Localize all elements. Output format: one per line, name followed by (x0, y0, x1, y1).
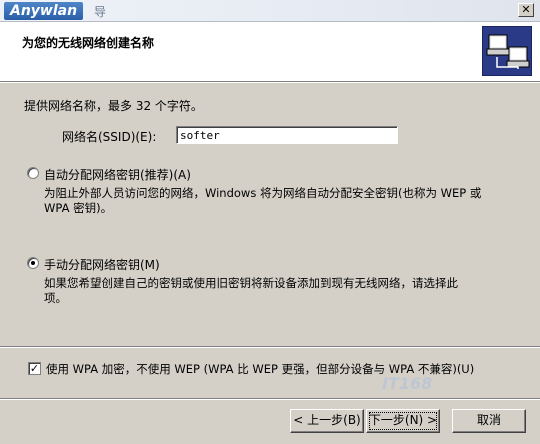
wpa-checkbox[interactable]: ✓ (28, 362, 41, 375)
auto-key-radio[interactable] (27, 167, 39, 179)
check-icon: ✓ (29, 362, 40, 375)
watermark: IT168 (382, 374, 433, 393)
manual-key-description-2: 项。 (44, 291, 67, 305)
ssid-label: 网络名(SSID)(E): (62, 130, 157, 144)
header-divider (0, 82, 540, 83)
ssid-input[interactable] (176, 126, 398, 144)
close-icon: ✕ (521, 3, 531, 16)
back-button[interactable]: < 上一步(B) (290, 409, 364, 433)
intro-text: 提供网络名称，最多 32 个字符。 (24, 99, 203, 113)
auto-key-description-2: WPA 密钥)。 (44, 201, 113, 215)
divider (0, 347, 540, 348)
title-bar: Anywlan 导 ✕ (0, 0, 540, 22)
wizard-header: 为您的无线网络创建名称 (0, 22, 540, 82)
window-title: 导 (94, 5, 107, 19)
network-computers-icon (482, 26, 532, 76)
close-button[interactable]: ✕ (518, 3, 534, 17)
manual-key-label[interactable]: 手动分配网络密钥(M) (44, 256, 160, 273)
manual-key-description-1: 如果您希望创建自己的密钥或使用旧密钥将新设备添加到现有无线网络，请选择此 (44, 276, 458, 290)
page-title: 为您的无线网络创建名称 (22, 36, 155, 50)
radio-selected-dot (31, 261, 35, 265)
footer-divider (0, 399, 540, 400)
manual-key-radio[interactable] (27, 257, 39, 269)
anywlan-logo: Anywlan (4, 2, 84, 20)
auto-key-description-1: 为阻止外部人员访问您的网络，Windows 将为网络自动分配安全密钥(也称为 W… (44, 186, 482, 200)
auto-key-label[interactable]: 自动分配网络密钥(推荐)(A) (44, 166, 191, 183)
next-button[interactable]: 下一步(N) > (366, 409, 440, 433)
cancel-button[interactable]: 取消 (452, 409, 526, 433)
